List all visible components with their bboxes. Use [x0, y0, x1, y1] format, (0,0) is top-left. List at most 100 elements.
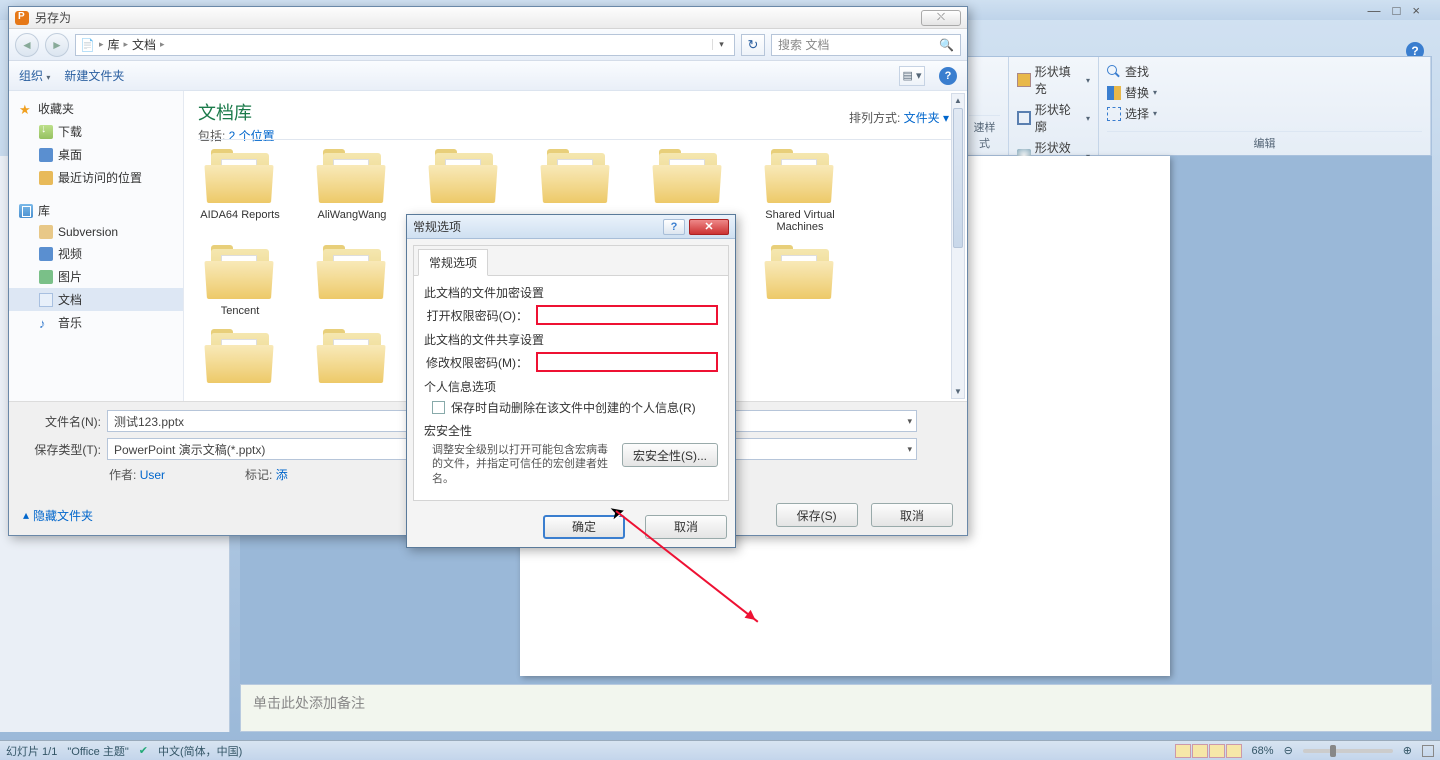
tree-libraries[interactable]: 库 [9, 199, 183, 222]
cancel-button[interactable]: 取消 [871, 503, 953, 527]
saveas-titlebar[interactable]: 另存为 ⤬ [9, 7, 967, 29]
chevron-up-icon: ▴ [23, 508, 29, 522]
select-button[interactable]: 选择▾ [1107, 103, 1422, 124]
ok-button[interactable]: 确定 [543, 515, 625, 539]
chevron-down-icon[interactable]: ▾ [907, 444, 912, 455]
sort-control: 排列方式: 文件夹 ▾ [849, 109, 949, 126]
ribbon-styles-label: 速样式 [969, 115, 1000, 151]
tree-label: 桌面 [58, 146, 82, 163]
open-password-input[interactable] [536, 305, 718, 325]
zoom-in-button[interactable]: ⊕ [1403, 744, 1412, 757]
folder-icon [765, 149, 835, 205]
saveas-nav-bar: ◄ ► 📄 ▸ 库 ▸ 文档 ▸ ▾ ↻ 搜索 文档 🔍 [9, 29, 967, 61]
app-close[interactable]: × [1412, 3, 1420, 18]
nav-back-button[interactable]: ◄ [15, 33, 39, 57]
view-normal-button[interactable] [1175, 744, 1191, 758]
refresh-button[interactable]: ↻ [741, 34, 765, 56]
folder-item[interactable]: Shared Virtual Machines [750, 149, 850, 233]
ribbon-edit-label: 编辑 [1107, 131, 1422, 151]
folder-item[interactable] [302, 329, 402, 389]
folder-item[interactable]: AIDA64 Reports [190, 149, 290, 233]
shape-outline-button[interactable]: 形状轮廓▾ [1017, 99, 1090, 137]
fill-icon [1017, 73, 1031, 87]
breadcrumb-item[interactable]: 文档 [132, 36, 156, 53]
scroll-down-button[interactable]: ▼ [952, 385, 964, 398]
scroll-thumb[interactable] [953, 108, 963, 248]
new-folder-button[interactable]: 新建文件夹 [64, 67, 124, 84]
download-icon [39, 125, 53, 139]
filetype-label: 保存类型(T): [23, 441, 101, 458]
folder-icon [205, 149, 275, 205]
folder-item[interactable] [750, 245, 850, 317]
select-label: 选择 [1125, 105, 1149, 122]
breadcrumb-dropdown[interactable]: ▾ [712, 39, 730, 50]
modify-password-label: 修改权限密码(M)： [424, 354, 530, 371]
nav-forward-button[interactable]: ► [45, 33, 69, 57]
view-sorter-button[interactable] [1192, 744, 1208, 758]
tree-label: 图片 [58, 268, 82, 285]
view-buttons [1175, 744, 1242, 758]
folder-icon [317, 149, 387, 205]
view-mode-button[interactable]: ▤ ▾ [899, 66, 925, 86]
tree-downloads[interactable]: 下载 [9, 120, 183, 143]
macro-security-button[interactable]: 宏安全性(S)... [622, 443, 718, 467]
options-titlebar[interactable]: 常规选项 ? ✕ [407, 215, 735, 239]
save-button[interactable]: 保存(S) [776, 503, 858, 527]
app-minimize[interactable]: — [1368, 3, 1381, 18]
app-icon [15, 11, 29, 25]
folder-item[interactable] [302, 245, 402, 317]
tree-documents[interactable]: 文档 [9, 288, 183, 311]
replace-label: 替换 [1125, 84, 1149, 101]
fit-window-button[interactable] [1422, 745, 1434, 757]
tree-videos[interactable]: 视频 [9, 242, 183, 265]
remove-personal-checkbox[interactable] [432, 401, 445, 414]
zoom-percent[interactable]: 68% [1252, 745, 1274, 757]
scroll-up-button[interactable]: ▲ [952, 94, 964, 107]
app-maximize[interactable]: □ [1393, 3, 1401, 18]
breadcrumb-item[interactable]: 库 [107, 36, 119, 53]
library-locations-link[interactable]: 2 个位置 [229, 129, 275, 143]
tags-link[interactable]: 添 [276, 468, 288, 482]
tree-label: 文档 [58, 291, 82, 308]
author-link[interactable]: User [140, 468, 165, 482]
sort-dropdown[interactable]: 文件夹 ▾ [904, 111, 949, 125]
tree-pictures[interactable]: 图片 [9, 265, 183, 288]
status-language[interactable]: 中文(简体，中国) [158, 743, 242, 759]
recent-icon [39, 171, 53, 185]
vertical-scrollbar[interactable]: ▲ ▼ [951, 93, 965, 399]
replace-icon [1107, 86, 1121, 100]
notes-area[interactable]: 单击此处添加备注 [240, 684, 1432, 732]
zoom-out-button[interactable]: ⊖ [1284, 744, 1293, 757]
close-button[interactable]: ✕ [689, 219, 729, 235]
view-slideshow-button[interactable] [1226, 744, 1242, 758]
tree-label: 库 [38, 202, 50, 219]
open-password-label: 打开权限密码(O)： [424, 307, 530, 324]
find-button[interactable]: 查找 [1107, 61, 1422, 82]
modify-password-input[interactable] [536, 352, 718, 372]
tree-subversion[interactable]: Subversion [9, 222, 183, 242]
replace-button[interactable]: 替换▾ [1107, 82, 1422, 103]
chevron-down-icon[interactable]: ▾ [907, 416, 912, 427]
folder-item[interactable] [190, 329, 290, 389]
saveas-title: 另存为 [35, 9, 71, 26]
help-icon[interactable]: ? [939, 67, 957, 85]
tree-music[interactable]: ♪音乐 [9, 311, 183, 334]
search-input[interactable]: 搜索 文档 🔍 [771, 34, 961, 56]
breadcrumb[interactable]: 📄 ▸ 库 ▸ 文档 ▸ ▾ [75, 34, 735, 56]
general-options-tab[interactable]: 常规选项 [418, 249, 488, 276]
folder-item[interactable]: AliWangWang [302, 149, 402, 233]
hide-folders-link[interactable]: ▴隐藏文件夹 [23, 507, 93, 524]
spellcheck-icon[interactable]: ✔ [139, 744, 148, 757]
help-button[interactable]: ? [663, 219, 685, 235]
cancel-button[interactable]: 取消 [645, 515, 727, 539]
view-reading-button[interactable] [1209, 744, 1225, 758]
zoom-slider[interactable] [1303, 749, 1393, 753]
desktop-icon [39, 148, 53, 162]
tree-recent[interactable]: 最近访问的位置 [9, 166, 183, 189]
tree-favorites[interactable]: ★收藏夹 [9, 97, 183, 120]
saveas-close-button[interactable]: ⤬ [921, 10, 961, 26]
organize-button[interactable]: 组织 ▾ [19, 67, 50, 84]
tree-desktop[interactable]: 桌面 [9, 143, 183, 166]
folder-item[interactable]: Tencent [190, 245, 290, 317]
shape-fill-button[interactable]: 形状填充▾ [1017, 61, 1090, 99]
